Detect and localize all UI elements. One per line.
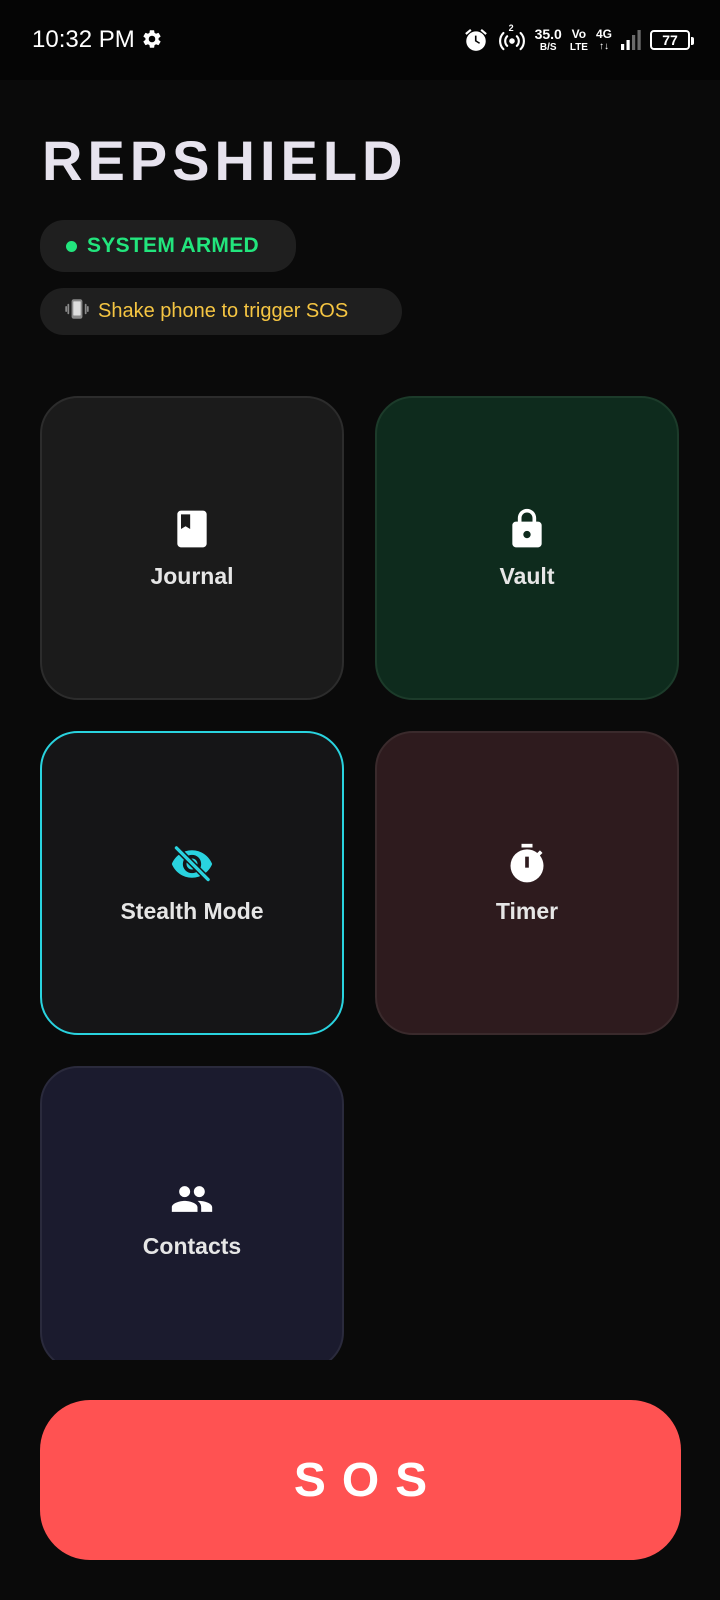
status-time: 10:32 PM xyxy=(32,26,135,53)
contacts-label: Contacts xyxy=(142,1232,242,1259)
network-type-label: 4G xyxy=(595,27,612,41)
network-speed-value: 35.0 xyxy=(534,26,562,42)
volte-indicator: Vo LTE xyxy=(570,28,588,53)
contacts-tile[interactable]: Contacts xyxy=(40,1066,344,1370)
lock-icon xyxy=(512,508,542,547)
battery-level: 77 xyxy=(662,32,678,48)
network-speed-unit: B/S xyxy=(539,42,557,53)
network-arrows: ↑↓ xyxy=(598,41,609,52)
hotspot-indicator: 2 xyxy=(497,23,527,53)
status-icons: 2 35.0 B/S Vo LTE 4G ↑↓ 77 xyxy=(463,23,694,56)
sos-button[interactable]: SOS xyxy=(40,1400,681,1560)
sos-label: SOS xyxy=(293,1453,444,1507)
status-bar: 10:32 PM 2 35.0 B/S Vo LTE 4G ↑↓ 77 xyxy=(0,0,720,80)
battery-icon: 77 xyxy=(650,30,694,50)
people-icon xyxy=(171,1185,213,1212)
vault-tile[interactable]: Vault xyxy=(375,396,679,700)
stealth-mode-label: Stealth Mode xyxy=(120,897,264,924)
volte-top: Vo xyxy=(571,26,587,41)
hotspot-count: 2 xyxy=(508,23,514,33)
shake-hint-badge: Shake phone to trigger SOS xyxy=(40,288,402,335)
network-type: 4G ↑↓ xyxy=(596,28,612,52)
timer-tile[interactable]: Timer xyxy=(375,731,679,1035)
journal-label: Journal xyxy=(150,562,234,589)
eye-off-icon xyxy=(171,844,213,883)
book-icon xyxy=(177,510,207,547)
settings-icon xyxy=(143,30,161,48)
system-status-badge: SYSTEM ARMED xyxy=(40,220,296,272)
app-title: REPSHIELD xyxy=(42,129,408,192)
vibrate-icon xyxy=(64,296,90,327)
volte-bottom: LTE xyxy=(569,41,588,53)
status-dot-icon xyxy=(66,240,77,252)
signal-icon xyxy=(621,30,641,50)
network-speed: 35.0 B/S xyxy=(535,27,562,53)
stopwatch-icon xyxy=(510,843,544,882)
shake-hint-text: Shake phone to trigger SOS xyxy=(98,300,349,322)
journal-tile[interactable]: Journal xyxy=(40,396,344,700)
vault-label: Vault xyxy=(499,562,555,589)
system-status-label: SYSTEM ARMED xyxy=(87,234,259,257)
timer-label: Timer xyxy=(495,897,559,924)
alarm-icon xyxy=(464,29,487,51)
stealth-mode-tile[interactable]: Stealth Mode xyxy=(40,731,344,1035)
